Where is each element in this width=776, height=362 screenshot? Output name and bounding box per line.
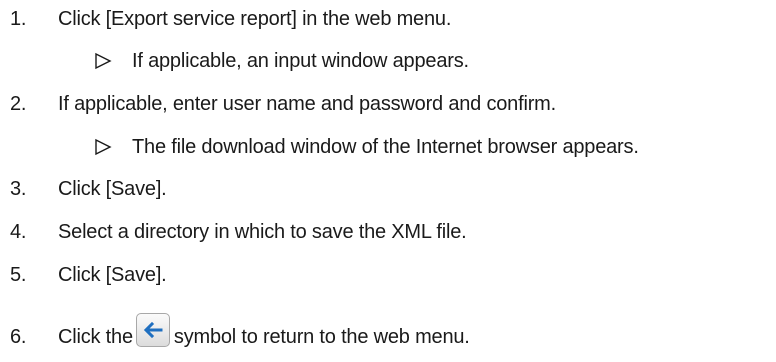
step-text: Click the symbol to return to the web men… <box>58 312 470 351</box>
step-number: 6. <box>10 326 27 348</box>
back-arrow-icon <box>135 312 170 347</box>
step-text: Click [Save]. <box>58 178 167 200</box>
step-text: If applicable, enter user name and passw… <box>58 93 556 115</box>
result-triangle-icon <box>95 138 112 156</box>
step-text: Select a directory in which to save the … <box>58 221 467 243</box>
step-text-after: symbol to return to the web menu. <box>173 326 470 348</box>
result-text: If applicable, an input window appears. <box>132 50 469 72</box>
step-number: 1. <box>10 8 27 30</box>
result-text: The file download window of the Internet… <box>132 136 639 158</box>
step-number: 4. <box>10 221 27 243</box>
step-number: 3. <box>10 178 27 200</box>
step-text-before: Click the <box>58 326 133 348</box>
step-number: 5. <box>10 264 27 286</box>
result-triangle-icon <box>95 52 112 70</box>
step-number: 2. <box>10 93 27 115</box>
instruction-steps: 1. Click [Export service report] in the … <box>0 0 776 362</box>
step-text: Click [Save]. <box>58 264 167 286</box>
step-text: Click [Export service report] in the web… <box>58 8 452 30</box>
